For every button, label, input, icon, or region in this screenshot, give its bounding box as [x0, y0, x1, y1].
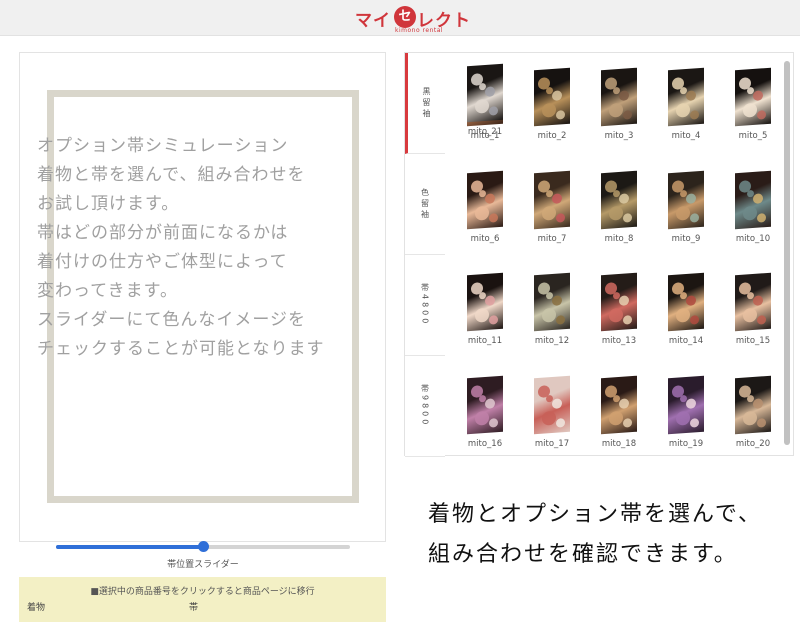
kimono-item[interactable]: mito_16 — [457, 365, 517, 455]
product-catalog: 黒留袖 色留袖 帯4800 帯9800 mito_1 mito_2 mito_3 mito_… — [404, 52, 794, 457]
kimono-item-label[interactable]: mito_13 — [591, 336, 647, 346]
logo-text-left: マイ — [355, 11, 391, 31]
intro-line: 着物と帯を選んで、組み合わせを — [37, 165, 306, 185]
intro-line: オプション帯シミュレーション — [37, 136, 289, 156]
kimono-thumbnail-image[interactable] — [534, 375, 570, 435]
slider-label: 帯位置スライダー — [167, 560, 239, 570]
obi-position-slider[interactable] — [56, 541, 350, 553]
kimono-thumbnail-image[interactable] — [467, 272, 503, 332]
kimono-thumbnail-image[interactable] — [601, 375, 637, 435]
scrollbar-thumb[interactable] — [784, 61, 790, 445]
kimono-item-label[interactable]: mito_7 — [524, 234, 580, 244]
kimono-item-label[interactable]: mito_16 — [457, 439, 513, 449]
kimono-item[interactable]: mito_11 — [457, 262, 517, 352]
simulation-panel: オプション帯シミュレーション 着物と帯を選んで、組み合わせを お試し頂けます。 … — [19, 52, 386, 542]
site-logo[interactable]: マイ セ レクト kimono rental — [355, 6, 470, 34]
kimono-item[interactable]: mito_3 — [591, 57, 651, 147]
simulation-intro-text: オプション帯シミュレーション 着物と帯を選んで、組み合わせを お試し頂けます。 … — [37, 132, 337, 364]
category-tab-label: 帯4800 — [420, 283, 430, 327]
kimono-thumbnail-image[interactable] — [735, 170, 771, 230]
kimono-thumbnail-image[interactable] — [534, 272, 570, 332]
kimono-thumbnail-image[interactable] — [601, 170, 637, 230]
category-tab-label: 帯9800 — [420, 384, 430, 428]
kimono-item-label[interactable]: mito_21 — [457, 127, 513, 137]
kimono-item[interactable]: mito_6 — [457, 160, 517, 250]
slider-thumb[interactable] — [198, 541, 209, 552]
kimono-thumbnail-image[interactable] — [735, 67, 771, 127]
kimono-thumbnail-image[interactable] — [467, 170, 503, 230]
caption-line-1: 着物とオプション帯を選んで、 — [428, 502, 763, 527]
feature-caption: 着物とオプション帯を選んで、 組み合わせを確認できます。 — [428, 495, 788, 575]
intro-line: チェックすることが可能となります — [37, 339, 325, 359]
logo-subtitle: kimono rental — [395, 27, 444, 34]
kimono-item[interactable]: mito_8 — [591, 160, 651, 250]
kimono-item-label[interactable]: mito_18 — [591, 439, 647, 449]
kimono-thumbnail-image[interactable] — [668, 170, 704, 230]
category-tab[interactable]: 黒留袖 — [405, 53, 445, 154]
kimono-item-label[interactable]: mito_5 — [725, 131, 781, 141]
kimono-item-label[interactable]: mito_8 — [591, 234, 647, 244]
kimono-thumbnail-image[interactable] — [668, 272, 704, 332]
kimono-item-label[interactable]: mito_3 — [591, 131, 647, 141]
kimono-thumbnail-image[interactable] — [467, 375, 503, 435]
kimono-item-label[interactable]: mito_14 — [658, 336, 714, 346]
selection-instruction: ■選択中の商品番号をクリックすると商品ページに移行 — [90, 587, 315, 597]
kimono-item-label[interactable]: mito_4 — [658, 131, 714, 141]
kimono-item-label[interactable]: mito_9 — [658, 234, 714, 244]
kimono-item[interactable]: mito_15 — [725, 262, 785, 352]
category-tab-label: 黒留袖 — [422, 86, 431, 120]
category-tab-label: 色留袖 — [420, 187, 430, 221]
kimono-item[interactable]: mito_18 — [591, 365, 651, 455]
category-tab[interactable]: 帯9800 — [405, 356, 445, 457]
kimono-thumbnail-image[interactable] — [601, 272, 637, 332]
selected-kimono-label[interactable]: 着物 — [27, 600, 45, 613]
kimono-item[interactable]: mito_7 — [524, 160, 584, 250]
kimono-item[interactable]: mito_17 — [524, 365, 584, 455]
category-tabs: 黒留袖色留袖帯4800 帯9800 — [405, 53, 445, 457]
kimono-thumbnail-image[interactable] — [735, 272, 771, 332]
kimono-item[interactable]: mito_13 — [591, 262, 651, 352]
kimono-item-label[interactable]: mito_20 — [725, 439, 781, 449]
intro-line: 着付けの仕方やご体型によって — [37, 252, 288, 272]
logo-circle-mark: セ — [394, 6, 416, 28]
category-tab[interactable]: 帯4800 — [405, 255, 445, 356]
selected-obi-label[interactable]: 帯 — [189, 600, 198, 613]
intro-line: 帯はどの部分が前面になるかは — [37, 223, 289, 243]
intro-line: お試し頂けます。 — [37, 194, 180, 214]
kimono-thumbnail-image[interactable] — [668, 375, 704, 435]
site-header: マイ セ レクト kimono rental — [0, 0, 800, 36]
kimono-item[interactable]: mito_4 — [658, 57, 718, 147]
kimono-item[interactable]: mito_10 — [725, 160, 785, 250]
kimono-thumbnail-image[interactable] — [534, 67, 570, 127]
kimono-item-label[interactable]: mito_19 — [658, 439, 714, 449]
kimono-item-label[interactable]: mito_2 — [524, 131, 580, 141]
kimono-item-label[interactable]: mito_12 — [524, 336, 580, 346]
caption-line-2: 組み合わせを確認できます。 — [428, 542, 738, 567]
kimono-item[interactable]: mito_12 — [524, 262, 584, 352]
kimono-item[interactable]: mito_9 — [658, 160, 718, 250]
kimono-item[interactable]: mito_21 — [457, 53, 517, 143]
kimono-item-label[interactable]: mito_11 — [457, 336, 513, 346]
intro-line: 変わってきます。 — [37, 281, 178, 301]
kimono-thumbnail-image[interactable] — [601, 67, 637, 127]
kimono-item-label[interactable]: mito_17 — [524, 439, 580, 449]
kimono-item[interactable]: mito_20 — [725, 365, 785, 455]
kimono-item[interactable]: mito_5 — [725, 57, 785, 147]
kimono-item[interactable]: mito_14 — [658, 262, 718, 352]
kimono-thumbnail-image[interactable] — [735, 375, 771, 435]
kimono-thumbnail-image[interactable] — [668, 67, 704, 127]
kimono-item-label[interactable]: mito_10 — [725, 234, 781, 244]
intro-line: スライダーにて色んなイメージを — [37, 310, 306, 330]
kimono-item-label[interactable]: mito_15 — [725, 336, 781, 346]
category-tab[interactable]: 色留袖 — [405, 154, 445, 255]
kimono-thumbnail-image[interactable] — [467, 63, 503, 123]
kimono-item[interactable]: mito_19 — [658, 365, 718, 455]
product-grid: mito_1 mito_2 mito_3 mito_4 mito_5 mito_6 mito… — [451, 53, 781, 455]
kimono-thumbnail-image[interactable] — [534, 170, 570, 230]
kimono-item-label[interactable]: mito_6 — [457, 234, 513, 244]
kimono-item[interactable]: mito_2 — [524, 57, 584, 147]
slider-fill — [56, 545, 203, 549]
catalog-scrollbar[interactable] — [784, 61, 790, 445]
selection-info-box: ■選択中の商品番号をクリックすると商品ページに移行 着物 帯 — [19, 577, 386, 622]
